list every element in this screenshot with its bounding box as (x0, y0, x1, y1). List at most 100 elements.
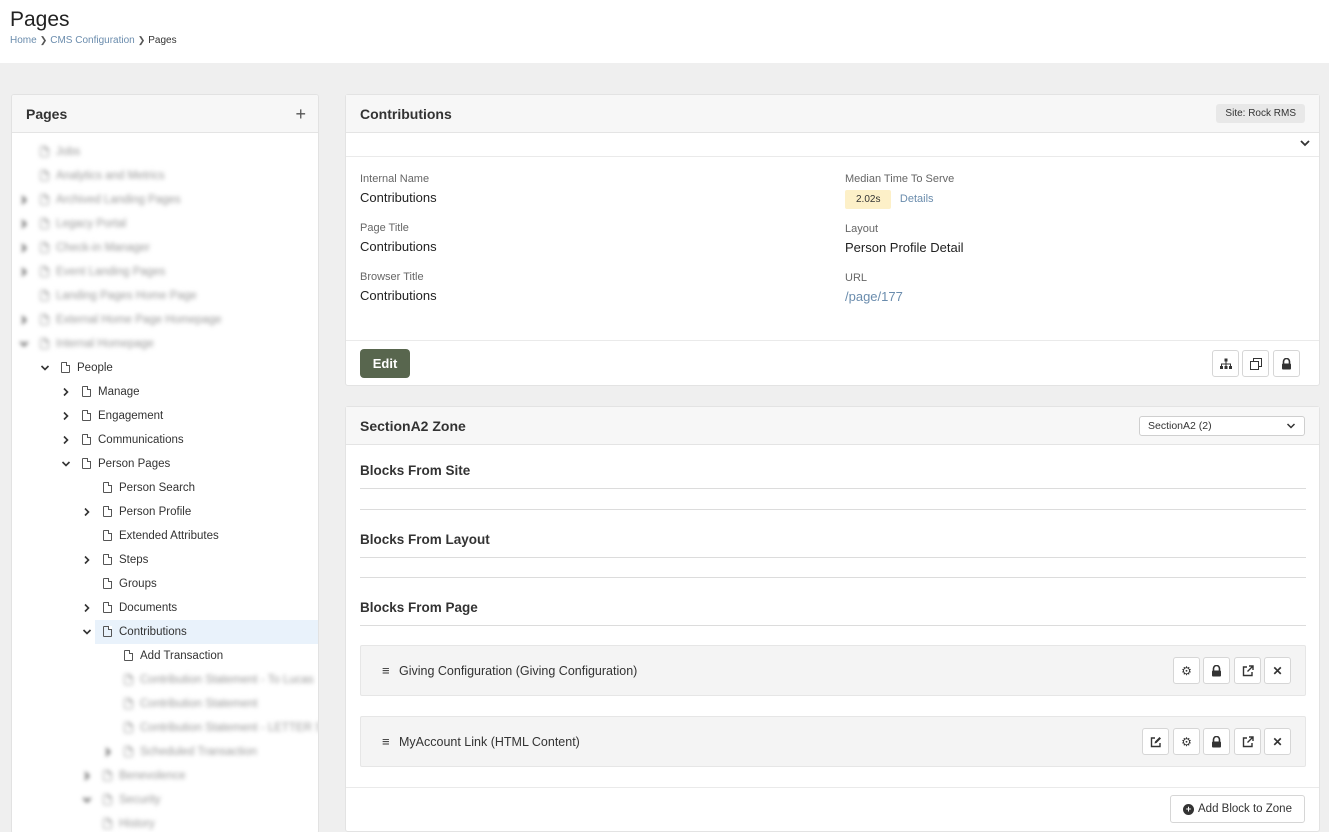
add-block-to-zone-button[interactable]: + Add Block to Zone (1170, 795, 1305, 823)
tree-item[interactable]: Person Search (12, 476, 318, 500)
chevron-right-icon[interactable] (61, 387, 71, 397)
tree-item[interactable]: History (12, 812, 318, 832)
chevron-right-icon[interactable] (82, 555, 92, 565)
tree-item[interactable]: Contribution Statement - LETTER STYLE (12, 716, 318, 740)
tree-item-label: Manage (98, 386, 140, 398)
page-icon (82, 458, 91, 469)
chevron-down-icon[interactable] (82, 627, 92, 637)
page-icon (124, 674, 133, 685)
tree-item[interactable]: People (12, 356, 318, 380)
tree-item[interactable]: Groups (12, 572, 318, 596)
collapse-bar[interactable] (346, 133, 1319, 157)
chevron-right-icon[interactable] (19, 243, 29, 253)
tree-item[interactable]: Manage (12, 380, 318, 404)
drag-handle-icon[interactable]: ≡ (382, 734, 390, 749)
page-icon (103, 818, 112, 829)
drag-handle-icon[interactable]: ≡ (382, 663, 390, 678)
block-delete-button[interactable]: ✕ (1264, 728, 1291, 755)
tree-item[interactable]: Event Landing Pages (12, 260, 318, 284)
blocks-from-layout-heading: Blocks From Layout (360, 532, 490, 547)
tree-item-label: Legacy Portal (56, 218, 127, 230)
breadcrumb-cms-configuration[interactable]: CMS Configuration (50, 35, 134, 46)
tree-item[interactable]: Check-in Manager (12, 236, 318, 260)
tree-item-label: External Home Page Homepage (56, 314, 222, 326)
chevron-right-icon[interactable] (19, 315, 29, 325)
copy-page-button[interactable] (1242, 350, 1269, 377)
block-edit-content-button[interactable] (1142, 728, 1169, 755)
layout-value: Person Profile Detail (845, 240, 964, 255)
tree-item[interactable]: Steps (12, 548, 318, 572)
tree-item[interactable]: Internal Homepage (12, 332, 318, 356)
chevron-right-icon[interactable] (82, 771, 92, 781)
chevron-right-icon[interactable] (82, 603, 92, 613)
page-icon (82, 386, 91, 397)
chevron-right-icon[interactable] (61, 435, 71, 445)
chevron-down-icon[interactable] (82, 795, 92, 805)
tree-item[interactable]: Contribution Statement - To Lucas (12, 668, 318, 692)
chevron-right-icon[interactable] (103, 747, 113, 757)
page-detail-footer: Edit (346, 340, 1319, 386)
block-settings-button[interactable]: ⚙ (1173, 728, 1200, 755)
tree-item[interactable]: Legacy Portal (12, 212, 318, 236)
tree-item[interactable]: Archived Landing Pages (12, 188, 318, 212)
chevron-right-icon[interactable] (19, 267, 29, 277)
page-icon (103, 482, 112, 493)
tree-item[interactable]: Contribution Statement (12, 692, 318, 716)
page-icon (124, 698, 133, 709)
tree-item[interactable]: Person Profile (12, 500, 318, 524)
zone-select[interactable]: SectionA2 (2) (1139, 416, 1305, 436)
chevron-down-icon[interactable] (61, 459, 71, 469)
tree-item-label: People (77, 362, 113, 374)
tree-item[interactable]: Benevolence (12, 764, 318, 788)
tree-item[interactable]: Scheduled Transaction (12, 740, 318, 764)
page-icon (40, 146, 49, 157)
details-link[interactable]: Details (900, 193, 934, 205)
add-page-icon[interactable]: + (295, 105, 306, 123)
tree-item-label: Benevolence (119, 770, 186, 782)
tree-item-label: Scheduled Transaction (140, 746, 257, 758)
block-move-button[interactable] (1234, 728, 1261, 755)
tree-item[interactable]: Engagement (12, 404, 318, 428)
page-title-label: Page Title (360, 222, 409, 234)
tree-item[interactable]: External Home Page Homepage (12, 308, 318, 332)
block-security-button[interactable] (1203, 728, 1230, 755)
gear-icon: ⚙ (1181, 663, 1192, 678)
block-move-button[interactable] (1234, 657, 1261, 684)
chevron-down-icon[interactable] (40, 363, 50, 373)
tree-item-label: Archived Landing Pages (56, 194, 181, 206)
page-icon (40, 266, 49, 277)
page-icon (40, 290, 49, 301)
divider (360, 509, 1306, 510)
block-delete-button[interactable]: ✕ (1264, 657, 1291, 684)
tree-item[interactable]: Analytics and Metrics (12, 164, 318, 188)
tree-item-label: Contribution Statement - LETTER STYLE (140, 722, 318, 734)
page-icon (40, 194, 49, 205)
block-name: Giving Configuration (Giving Configurati… (399, 664, 638, 678)
tree-item-label: Internal Homepage (56, 338, 154, 350)
browser-title-field: Browser Title Contributions (360, 271, 437, 303)
url-link[interactable]: /page/177 (845, 289, 903, 304)
tree-item[interactable]: Add Transaction (12, 644, 318, 668)
child-pages-button[interactable] (1212, 350, 1239, 377)
breadcrumb-home[interactable]: Home (10, 35, 37, 46)
security-button[interactable] (1273, 350, 1300, 377)
tree-item[interactable]: Person Pages (12, 452, 318, 476)
chevron-right-icon[interactable] (61, 411, 71, 421)
block-settings-button[interactable]: ⚙ (1173, 657, 1200, 684)
chevron-down-icon[interactable] (1299, 137, 1311, 149)
page-icon (40, 170, 49, 181)
chevron-right-icon[interactable] (82, 507, 92, 517)
chevron-right-icon[interactable] (19, 219, 29, 229)
tree-item[interactable]: Security (12, 788, 318, 812)
tree-item[interactable]: Jobs (12, 140, 318, 164)
tree-item[interactable]: Extended Attributes (12, 524, 318, 548)
tree-item[interactable]: Landing Pages Home Page (12, 284, 318, 308)
tree-item[interactable]: Documents (12, 596, 318, 620)
chevron-down-icon[interactable] (19, 339, 29, 349)
block-security-button[interactable] (1203, 657, 1230, 684)
edit-button[interactable]: Edit (360, 349, 410, 378)
tree-item[interactable]: Communications (12, 428, 318, 452)
chevron-right-icon[interactable] (19, 195, 29, 205)
tree-item[interactable]: Contributions (12, 620, 318, 644)
breadcrumb-current: Pages (148, 35, 177, 46)
